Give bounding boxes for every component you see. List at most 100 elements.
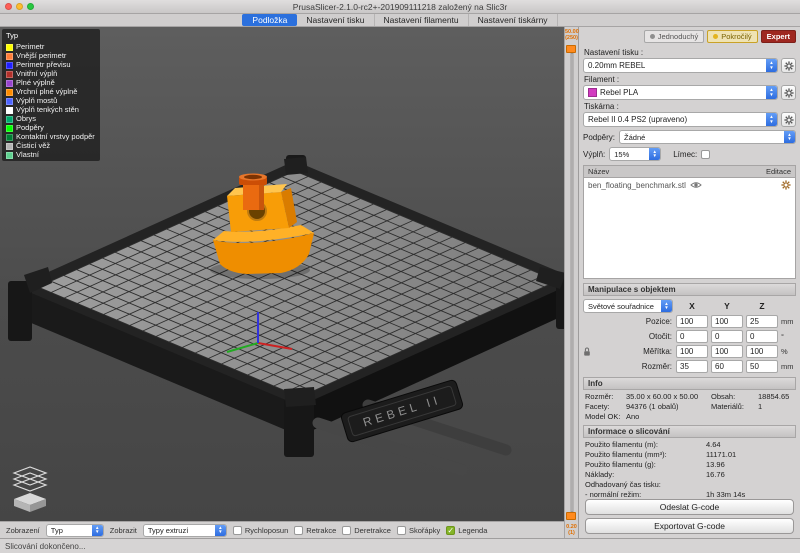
print-settings-select[interactable]: 0.20mm REBEL ▲▼ xyxy=(583,58,778,73)
size-z-input[interactable] xyxy=(746,360,778,373)
tab-plater[interactable]: Podložka xyxy=(242,14,297,26)
info-size-value: 35.00 x 60.00 x 50.00 xyxy=(626,392,708,401)
gear-icon xyxy=(784,115,794,125)
select-stepper-icon: ▲▼ xyxy=(649,148,660,160)
supports-label: Podpěry: xyxy=(583,133,615,142)
select-stepper-icon: ▲▼ xyxy=(784,131,795,143)
mode-dot-icon xyxy=(650,34,655,39)
legend-checkbox[interactable] xyxy=(446,526,455,535)
print-time-value: 1h 33m 14s xyxy=(706,490,794,499)
name-column-header: Název xyxy=(588,167,609,176)
print-settings-gear-button[interactable] xyxy=(781,58,796,73)
shells-checkbox[interactable] xyxy=(397,526,406,535)
info-volume-value: 18854.65 xyxy=(758,392,794,401)
rotate-x-input[interactable] xyxy=(676,330,708,343)
select-stepper-icon: ▲▼ xyxy=(766,59,777,72)
unretractions-checkbox[interactable] xyxy=(342,526,351,535)
scale-x-input[interactable] xyxy=(676,345,708,358)
print-settings-row: 0.20mm REBEL ▲▼ xyxy=(583,58,796,73)
mode-simple-button[interactable]: Jednoduchý xyxy=(644,30,704,43)
object-list[interactable]: ben_floating_benchmark.stl xyxy=(583,177,796,279)
printer-label: Tiskárna : xyxy=(584,102,795,111)
scale-y-input[interactable] xyxy=(711,345,743,358)
gear-icon xyxy=(784,88,794,98)
sliced-info-header: Informace o slicování xyxy=(583,425,796,438)
rotate-label: Otočit: xyxy=(583,332,673,341)
status-text: Slicování dokončeno... xyxy=(5,542,86,551)
brim-checkbox[interactable] xyxy=(701,150,710,159)
object-list-item[interactable]: ben_floating_benchmark.stl xyxy=(584,178,795,192)
legend-item: Vrchní plné výplně xyxy=(4,87,97,96)
supports-select[interactable]: Žádné ▲▼ xyxy=(619,130,796,144)
mode-dot-icon xyxy=(713,34,718,39)
lock-icon[interactable] xyxy=(583,347,591,357)
legend-item: Plné výplně xyxy=(4,78,97,87)
supports-row: Podpěry: Žádné ▲▼ xyxy=(583,130,796,144)
export-gcode-button[interactable]: Exportovat G-code xyxy=(585,518,794,534)
filament-row: Rebel PLA ▲▼ xyxy=(583,85,796,100)
printer-select[interactable]: Rebel II 0.4 PS2 (upraveno) ▲▼ xyxy=(583,112,778,127)
layer-slider-top-label: 50.00 (250) xyxy=(565,29,578,41)
select-stepper-icon: ▲▼ xyxy=(92,525,103,536)
printer-gear-button[interactable] xyxy=(781,112,796,127)
color-swatch xyxy=(6,143,13,150)
color-swatch xyxy=(6,116,13,123)
gear-icon xyxy=(784,61,794,71)
coordinate-system-select[interactable]: Světové souřadnice ▲▼ xyxy=(583,299,673,313)
axis-y-header: Y xyxy=(711,301,743,311)
size-x-input[interactable] xyxy=(676,360,708,373)
color-swatch xyxy=(6,107,13,114)
minimize-window-button[interactable] xyxy=(16,3,23,10)
filament-gear-button[interactable] xyxy=(781,85,796,100)
layer-slider[interactable]: 50.00 (250) 0.20 (1) xyxy=(564,27,578,538)
scale-label: Měřítka: xyxy=(583,347,673,357)
show-feature-select[interactable]: Typy extruzí ▲▼ xyxy=(143,524,227,537)
position-z-input[interactable] xyxy=(746,315,778,328)
size-y-input[interactable] xyxy=(711,360,743,373)
view-mode-select[interactable]: Typ ▲▼ xyxy=(46,524,104,537)
sidebar: Jednoduchý Pokročilý Expert Nastavení ti… xyxy=(578,27,800,538)
layer-slider-track[interactable] xyxy=(570,53,573,512)
tab-print-settings[interactable]: Nastavení tisku xyxy=(297,14,374,26)
eye-icon[interactable] xyxy=(690,181,702,189)
position-label: Pozice: xyxy=(583,317,673,326)
position-x-input[interactable] xyxy=(676,315,708,328)
mode-expert-button[interactable]: Expert xyxy=(761,30,796,43)
tab-printer-settings[interactable]: Nastavení tiskárny xyxy=(469,14,558,26)
color-swatch xyxy=(6,71,13,78)
infill-select[interactable]: 15% ▲▼ xyxy=(609,147,661,161)
retractions-checkbox[interactable] xyxy=(294,526,303,535)
scale-z-input[interactable] xyxy=(746,345,778,358)
filament-g-value: 13.96 xyxy=(706,460,794,469)
position-y-input[interactable] xyxy=(711,315,743,328)
info-header: Info xyxy=(583,377,796,390)
edit-object-icon[interactable] xyxy=(781,180,791,190)
object-list-header: Název Editace xyxy=(583,165,796,177)
tab-filament-settings[interactable]: Nastavení filamentu xyxy=(375,14,469,26)
travel-checkbox[interactable] xyxy=(233,526,242,535)
filament-select[interactable]: Rebel PLA ▲▼ xyxy=(583,85,778,100)
cost-value: 16.76 xyxy=(706,470,794,479)
legend-item: Výplň tenkých stěn xyxy=(4,105,97,114)
mode-advanced-button[interactable]: Pokročilý xyxy=(707,30,757,43)
info-manifold-value: Ano xyxy=(626,412,708,421)
view-mode-label: Zobrazení xyxy=(6,526,40,535)
rotate-y-input[interactable] xyxy=(711,330,743,343)
legend-item: Obrys xyxy=(4,114,97,123)
layer-slider-upper-thumb[interactable] xyxy=(566,45,576,53)
object-manipulation: Světové souřadnice ▲▼ X Y Z Pozice: mm O… xyxy=(583,299,796,373)
maximize-window-button[interactable] xyxy=(27,3,34,10)
preview-toolbar: Zobrazení Typ ▲▼ Zobrazit Typy extruzí ▲… xyxy=(0,521,564,538)
rotate-z-input[interactable] xyxy=(746,330,778,343)
statusbar: Slicování dokončeno... xyxy=(0,538,800,553)
color-swatch xyxy=(6,53,13,60)
legend-item: Perimetr převisu xyxy=(4,60,97,69)
main-tabbar: Podložka Nastavení tisku Nastavení filam… xyxy=(0,14,800,27)
send-gcode-button[interactable]: Odeslat G-code xyxy=(585,499,794,515)
legend-item: Perimetr xyxy=(4,42,97,51)
layer-slider-lower-thumb[interactable] xyxy=(566,512,576,520)
3d-viewport[interactable]: REBEL II Typ xyxy=(0,27,564,521)
close-window-button[interactable] xyxy=(5,3,12,10)
filament-mm3-value: 11171.01 xyxy=(706,450,794,459)
legend-item: Výplň mostů xyxy=(4,96,97,105)
